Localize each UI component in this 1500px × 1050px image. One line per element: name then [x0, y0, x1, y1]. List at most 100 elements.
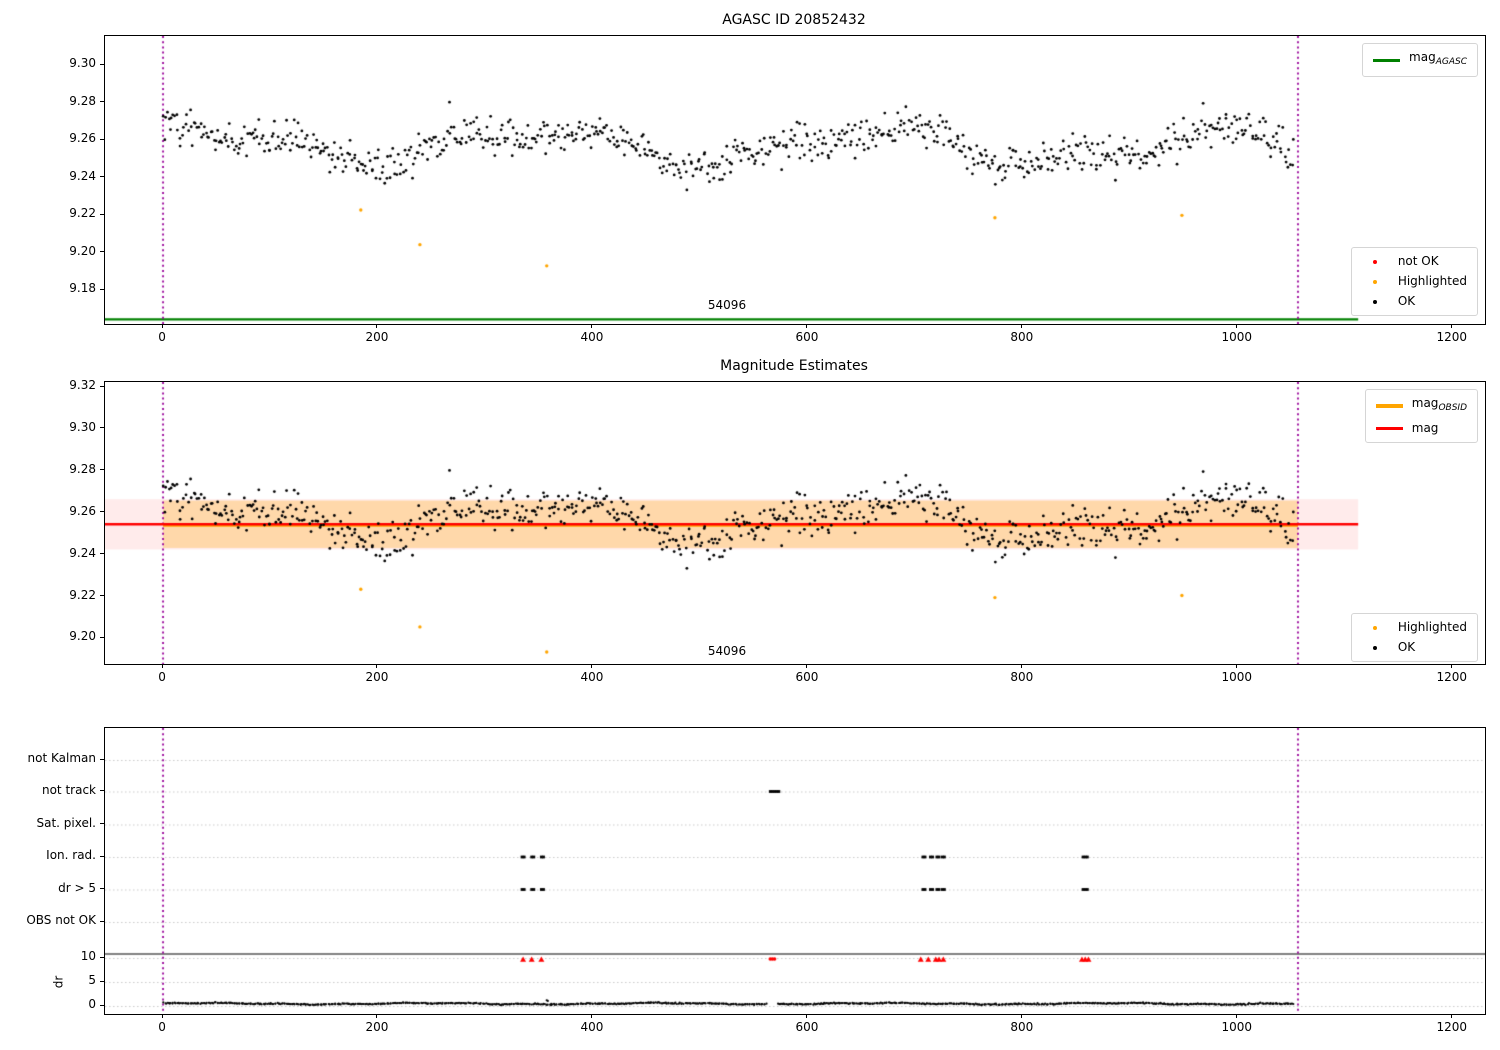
- ok-dot-swatch: [1362, 299, 1389, 304]
- y-tick-label: 9.28: [69, 93, 96, 108]
- legend-row-mag-obsid: magOBSID: [1375, 395, 1467, 417]
- x-tick-label: 800: [1010, 1020, 1034, 1034]
- x-tick: [1236, 1014, 1238, 1018]
- x-tick: [806, 664, 808, 668]
- legend-row-mag: mag: [1375, 420, 1467, 437]
- x-tick-label: 600: [795, 670, 819, 684]
- x-tick: [161, 664, 163, 668]
- category-label: Sat. pixel.: [36, 815, 96, 830]
- legend-mag-lines: magOBSID mag: [1364, 389, 1478, 444]
- y-tick: [100, 101, 104, 103]
- legend-row-highlighted-middle: Highlighted: [1362, 619, 1467, 636]
- y-tick: [100, 469, 104, 471]
- y-tick-label: 9.22: [69, 206, 96, 221]
- highlighted-dot-swatch-middle: [1362, 625, 1389, 630]
- x-tick: [591, 324, 593, 328]
- y-tick: [100, 553, 104, 555]
- x-tick: [1236, 324, 1238, 328]
- category-label: not track: [41, 782, 96, 797]
- x-tick-label: 800: [1010, 670, 1034, 684]
- category-label: not Kalman: [27, 751, 96, 765]
- legend-row-mag-agasc: magAGASC: [1373, 49, 1467, 71]
- x-tick-label: 1200: [1436, 330, 1468, 344]
- category-tick: [100, 790, 104, 791]
- x-tick-label: 400: [580, 670, 604, 684]
- y-tick: [100, 63, 104, 65]
- x-tick-label: 200: [365, 330, 389, 344]
- x-tick: [1236, 664, 1238, 668]
- y-tick-label: 9.20: [69, 243, 96, 258]
- y-tick: [100, 213, 104, 215]
- legend-label-highlighted: Highlighted: [1397, 274, 1467, 288]
- middle-plot-axes: 54096 magOBSID mag Highlighted OK: [104, 381, 1486, 665]
- x-tick-label: 200: [365, 670, 389, 684]
- legend-label-ok-middle: OK: [1397, 640, 1416, 654]
- x-tick: [591, 664, 593, 668]
- y-tick: [100, 138, 104, 140]
- x-tick: [591, 1014, 593, 1018]
- category-label: dr > 5: [58, 880, 96, 895]
- y-tick-label: 9.28: [69, 461, 96, 476]
- top-plot-title: AGASC ID 20852432: [722, 12, 866, 28]
- category-tick: [100, 823, 104, 824]
- dr-tick: [100, 1004, 104, 1006]
- legend-label-mag-obsid: magOBSID: [1411, 396, 1467, 414]
- y-tick: [100, 176, 104, 178]
- x-tick-label: 800: [1010, 330, 1034, 344]
- not-ok-dot-swatch: [1362, 259, 1389, 264]
- y-tick: [100, 511, 104, 513]
- dr-tick: [100, 956, 104, 958]
- bottom-plot-canvas: [105, 728, 1485, 1014]
- y-tick-label: 9.24: [69, 545, 96, 560]
- category-tick: [100, 888, 104, 889]
- mag-agasc-line-swatch: [1373, 58, 1401, 62]
- dr-tick-label: 10: [80, 949, 96, 963]
- x-tick: [161, 1014, 163, 1018]
- y-tick-label: 9.30: [69, 56, 96, 71]
- dr-tick: [100, 980, 104, 982]
- x-tick: [806, 1014, 808, 1018]
- x-tick-label: 1200: [1436, 670, 1468, 684]
- category-label: Ion. rad.: [46, 848, 96, 862]
- bottom-plot-axes: [104, 727, 1486, 1015]
- y-tick-label: 9.30: [69, 419, 96, 434]
- top-plot-axes: 54096 magAGASC not OK Highlighted OK: [104, 35, 1486, 325]
- legend-label-ok: OK: [1397, 294, 1416, 308]
- x-tick: [1021, 324, 1023, 328]
- y-tick-label: 9.32: [69, 378, 96, 393]
- top-plot-canvas: [105, 36, 1485, 324]
- y-tick: [100, 288, 104, 290]
- legend-point-status: not OK Highlighted OK: [1350, 247, 1478, 316]
- x-tick: [1451, 324, 1453, 328]
- dr-tick-label: 5: [88, 973, 96, 987]
- y-tick-label: 9.22: [69, 587, 96, 602]
- x-tick-label: 0: [158, 330, 166, 344]
- x-tick-label: 0: [158, 1020, 166, 1034]
- y-tick-label: 9.26: [69, 503, 96, 518]
- mag-obsid-line-swatch: [1375, 404, 1403, 409]
- middle-plot-canvas: [105, 382, 1485, 664]
- legend-mag-agasc: magAGASC: [1362, 43, 1478, 78]
- x-tick: [1451, 664, 1453, 668]
- x-tick-label: 600: [795, 330, 819, 344]
- legend-label-mag: mag: [1411, 421, 1439, 436]
- x-tick-label: 1000: [1221, 330, 1253, 344]
- y-tick: [100, 636, 104, 638]
- x-tick-label: 0: [158, 670, 166, 684]
- obsid-annotation-top: 54096: [707, 298, 747, 312]
- x-tick: [376, 664, 378, 668]
- legend-label-mag-agasc: magAGASC: [1409, 50, 1467, 68]
- x-tick-label: 1000: [1221, 670, 1253, 684]
- dr-tick-label: 0: [88, 997, 96, 1011]
- x-tick-label: 1200: [1436, 1020, 1468, 1034]
- y-tick: [100, 595, 104, 597]
- ok-dot-swatch-middle: [1362, 645, 1389, 650]
- legend-row-ok-middle: OK: [1362, 639, 1467, 656]
- x-tick-label: 400: [580, 330, 604, 344]
- legend-label-not-ok: not OK: [1397, 254, 1439, 268]
- x-tick-label: 1000: [1221, 1020, 1253, 1034]
- y-tick: [100, 427, 104, 429]
- y-tick-label: 9.24: [69, 168, 96, 183]
- x-tick-label: 600: [795, 1020, 819, 1034]
- y-tick-label: 9.20: [69, 629, 96, 644]
